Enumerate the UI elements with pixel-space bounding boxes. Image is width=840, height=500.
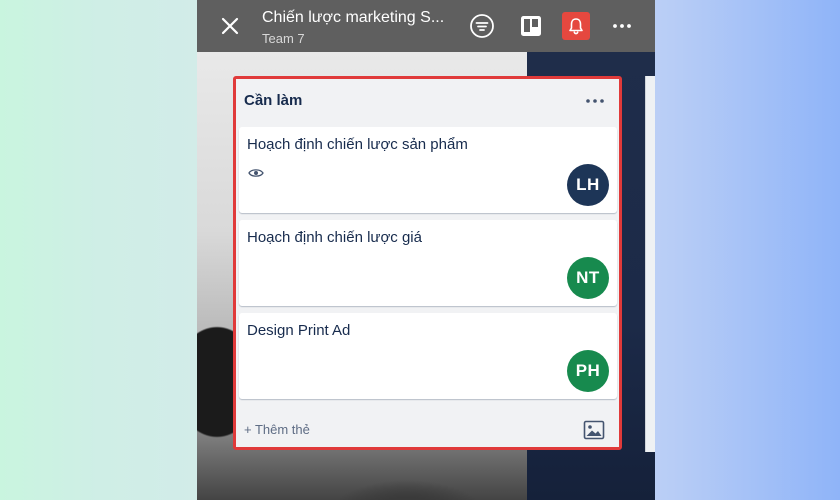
more-options-button[interactable] <box>608 12 636 40</box>
close-button[interactable] <box>217 13 243 39</box>
card-title: Hoạch định chiến lược sản phẩm <box>247 136 468 153</box>
list-menu-button[interactable] <box>583 91 607 111</box>
board-view-icon <box>521 16 541 36</box>
more-horizontal-icon <box>586 99 604 103</box>
bell-icon <box>569 18 583 35</box>
board-title: Chiến lược marketing S... <box>262 9 445 26</box>
close-icon <box>221 17 239 35</box>
filter-icon <box>470 14 494 38</box>
add-image-card-button[interactable] <box>583 420 605 440</box>
avatar[interactable]: LH <box>567 164 609 206</box>
card[interactable]: Hoạch định chiến lược sản phẩm LH <box>239 127 617 213</box>
filter-button[interactable] <box>468 12 496 40</box>
top-bar: Chiến lược marketing S... Team 7 <box>197 0 655 52</box>
card[interactable]: Design Print Ad PH <box>239 313 617 399</box>
card[interactable]: Hoạch định chiến lược giá NT <box>239 220 617 306</box>
image-icon <box>583 420 605 440</box>
add-card-button[interactable]: + Thêm thẻ <box>244 422 310 437</box>
eye-icon <box>248 169 264 177</box>
more-icon <box>613 24 631 28</box>
list-title: Cần làm <box>244 92 303 109</box>
phone-screen: Chiến lược marketing S... Team 7 Cần làm… <box>197 0 655 500</box>
board-team: Team 7 <box>262 31 305 46</box>
board-view-button[interactable] <box>517 12 545 40</box>
card-title: Design Print Ad <box>247 322 351 339</box>
avatar[interactable]: NT <box>567 257 609 299</box>
next-list-edge[interactable] <box>645 76 655 452</box>
list-todo: Cần làm Hoạch định chiến lược sản phẩm L… <box>233 76 622 450</box>
notifications-button[interactable] <box>562 12 590 40</box>
avatar[interactable]: PH <box>567 350 609 392</box>
card-title: Hoạch định chiến lược giá <box>247 229 422 246</box>
